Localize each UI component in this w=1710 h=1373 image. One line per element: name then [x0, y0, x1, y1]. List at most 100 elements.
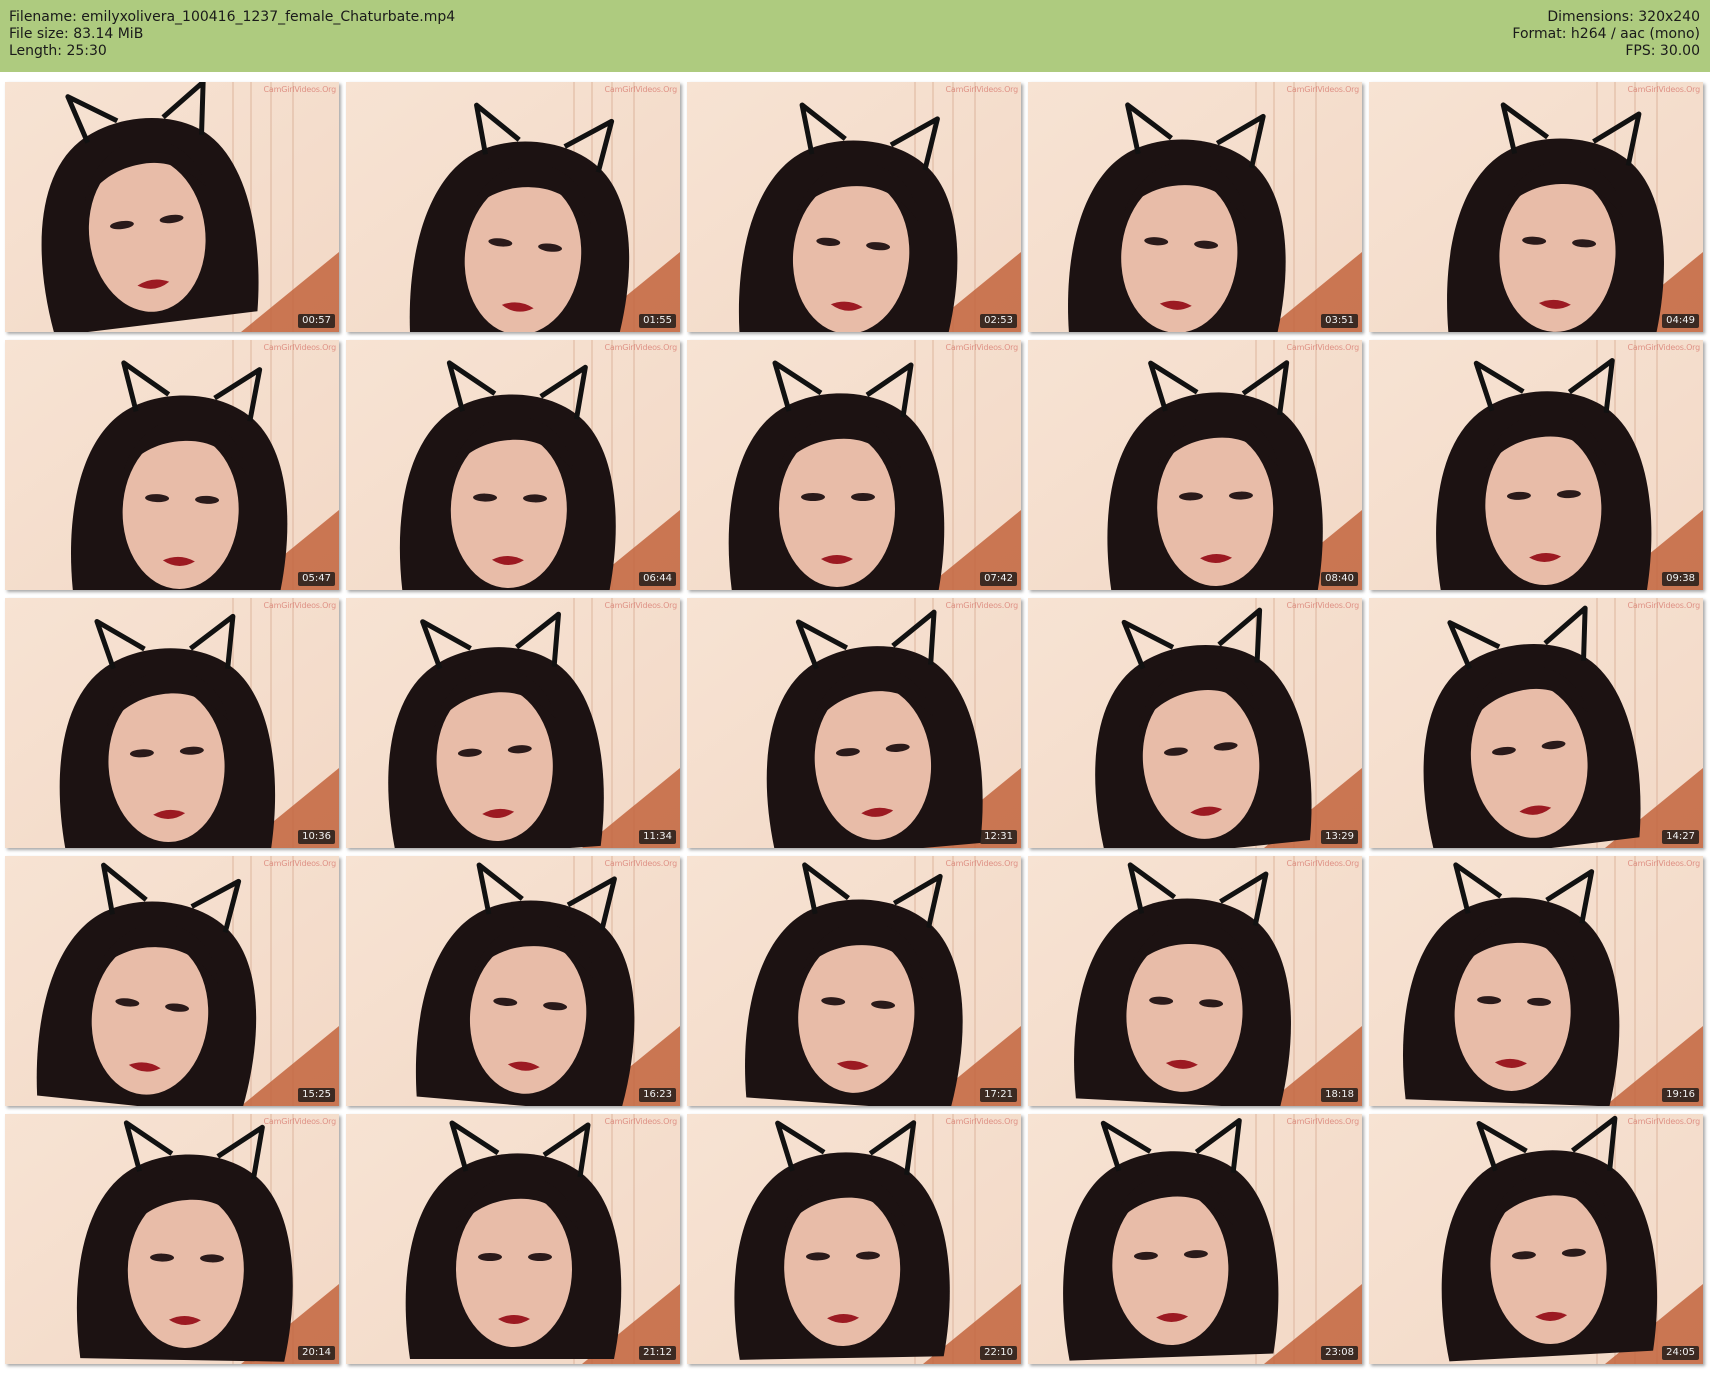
timestamp-badge: 02:53	[980, 314, 1017, 328]
webcam-frame-image	[1369, 598, 1703, 848]
watermark-text: CamGirlVideos.Org	[1627, 1117, 1701, 1126]
video-thumbnail: CamGirlVideos.Org 08:40	[1028, 340, 1362, 590]
webcam-frame-image	[1028, 1114, 1362, 1364]
watermark-text: CamGirlVideos.Org	[945, 859, 1019, 868]
fps-text: FPS: 30.00	[1625, 43, 1700, 59]
webcam-frame-image	[1369, 1114, 1703, 1364]
watermark-text: CamGirlVideos.Org	[1627, 343, 1701, 352]
webcam-frame-image	[5, 856, 339, 1106]
timestamp-badge: 11:34	[639, 830, 676, 844]
timestamp-badge: 07:42	[980, 572, 1017, 586]
video-thumbnail: CamGirlVideos.Org 18:18	[1028, 856, 1362, 1106]
timestamp-badge: 06:44	[639, 572, 676, 586]
video-thumbnail: CamGirlVideos.Org 11:34	[346, 598, 680, 848]
video-thumbnail: CamGirlVideos.Org 02:53	[687, 82, 1021, 332]
webcam-frame-image	[1369, 82, 1703, 332]
webcam-frame-image	[687, 340, 1021, 590]
video-thumbnail: CamGirlVideos.Org 06:44	[346, 340, 680, 590]
video-thumbnail: CamGirlVideos.Org 14:27	[1369, 598, 1703, 848]
watermark-text: CamGirlVideos.Org	[1286, 343, 1360, 352]
file-info-left: Filename: emilyxolivera_100416_1237_fema…	[9, 9, 455, 60]
video-thumbnail: CamGirlVideos.Org 22:10	[687, 1114, 1021, 1364]
video-thumbnail: CamGirlVideos.Org 00:57	[5, 82, 339, 332]
watermark-text: CamGirlVideos.Org	[263, 85, 337, 94]
timestamp-badge: 15:25	[298, 1088, 335, 1102]
video-thumbnail: CamGirlVideos.Org 01:55	[346, 82, 680, 332]
watermark-text: CamGirlVideos.Org	[263, 343, 337, 352]
watermark-text: CamGirlVideos.Org	[945, 1117, 1019, 1126]
watermark-text: CamGirlVideos.Org	[263, 859, 337, 868]
timestamp-badge: 13:29	[1321, 830, 1358, 844]
timestamp-badge: 16:23	[639, 1088, 676, 1102]
timestamp-badge: 14:27	[1662, 830, 1699, 844]
thumbnail-grid: CamGirlVideos.Org 00:57 CamGirlVideos.Or…	[5, 82, 1706, 1368]
filename-text: Filename: emilyxolivera_100416_1237_fema…	[9, 9, 456, 25]
video-thumbnail: CamGirlVideos.Org 17:21	[687, 856, 1021, 1106]
watermark-text: CamGirlVideos.Org	[1286, 85, 1360, 94]
timestamp-badge: 18:18	[1321, 1088, 1358, 1102]
webcam-frame-image	[346, 856, 680, 1106]
video-thumbnail: CamGirlVideos.Org 05:47	[5, 340, 339, 590]
video-thumbnail: CamGirlVideos.Org 03:51	[1028, 82, 1362, 332]
timestamp-badge: 03:51	[1321, 314, 1358, 328]
length-text: Length: 25:30	[9, 43, 107, 59]
video-thumbnail: CamGirlVideos.Org 13:29	[1028, 598, 1362, 848]
webcam-frame-image	[346, 598, 680, 848]
watermark-text: CamGirlVideos.Org	[1627, 85, 1701, 94]
timestamp-badge: 01:55	[639, 314, 676, 328]
webcam-frame-image	[687, 1114, 1021, 1364]
format-text: Format: h264 / aac (mono)	[1512, 26, 1700, 42]
timestamp-badge: 21:12	[639, 1346, 676, 1360]
timestamp-badge: 20:14	[298, 1346, 335, 1360]
watermark-text: CamGirlVideos.Org	[1286, 601, 1360, 610]
watermark-text: CamGirlVideos.Org	[945, 85, 1019, 94]
webcam-frame-image	[687, 598, 1021, 848]
file-info-right: Dimensions: 320x240 Format: h264 / aac (…	[1512, 9, 1700, 60]
video-thumbnail: CamGirlVideos.Org 24:05	[1369, 1114, 1703, 1364]
timestamp-badge: 05:47	[298, 572, 335, 586]
video-thumbnail: CamGirlVideos.Org 20:14	[5, 1114, 339, 1364]
webcam-frame-image	[1369, 340, 1703, 590]
watermark-text: CamGirlVideos.Org	[604, 859, 678, 868]
video-thumbnail: CamGirlVideos.Org 12:31	[687, 598, 1021, 848]
webcam-frame-image	[687, 856, 1021, 1106]
video-thumbnail: CamGirlVideos.Org 16:23	[346, 856, 680, 1106]
watermark-text: CamGirlVideos.Org	[604, 343, 678, 352]
watermark-text: CamGirlVideos.Org	[1286, 859, 1360, 868]
webcam-frame-image	[5, 340, 339, 590]
filesize-text: File size: 83.14 MiB	[9, 26, 144, 42]
video-thumbnail: CamGirlVideos.Org 21:12	[346, 1114, 680, 1364]
watermark-text: CamGirlVideos.Org	[263, 601, 337, 610]
timestamp-badge: 00:57	[298, 314, 335, 328]
webcam-frame-image	[1028, 340, 1362, 590]
video-thumbnail: CamGirlVideos.Org 19:16	[1369, 856, 1703, 1106]
watermark-text: CamGirlVideos.Org	[604, 1117, 678, 1126]
video-thumbnail: CamGirlVideos.Org 04:49	[1369, 82, 1703, 332]
video-thumbnail: CamGirlVideos.Org 23:08	[1028, 1114, 1362, 1364]
timestamp-badge: 22:10	[980, 1346, 1017, 1360]
timestamp-badge: 10:36	[298, 830, 335, 844]
timestamp-badge: 19:16	[1662, 1088, 1699, 1102]
watermark-text: CamGirlVideos.Org	[604, 85, 678, 94]
webcam-frame-image	[687, 82, 1021, 332]
webcam-frame-image	[346, 82, 680, 332]
watermark-text: CamGirlVideos.Org	[263, 1117, 337, 1126]
video-thumbnail: CamGirlVideos.Org 10:36	[5, 598, 339, 848]
timestamp-badge: 24:05	[1662, 1346, 1699, 1360]
webcam-frame-image	[1028, 598, 1362, 848]
webcam-frame-image	[1369, 856, 1703, 1106]
webcam-frame-image	[5, 1114, 339, 1364]
webcam-frame-image	[346, 340, 680, 590]
watermark-text: CamGirlVideos.Org	[1286, 1117, 1360, 1126]
watermark-text: CamGirlVideos.Org	[604, 601, 678, 610]
webcam-frame-image	[1028, 856, 1362, 1106]
video-thumbnail: CamGirlVideos.Org 09:38	[1369, 340, 1703, 590]
timestamp-badge: 04:49	[1662, 314, 1699, 328]
timestamp-badge: 17:21	[980, 1088, 1017, 1102]
timestamp-badge: 23:08	[1321, 1346, 1358, 1360]
timestamp-badge: 08:40	[1321, 572, 1358, 586]
timestamp-badge: 12:31	[980, 830, 1017, 844]
timestamp-badge: 09:38	[1662, 572, 1699, 586]
webcam-frame-image	[346, 1114, 680, 1364]
watermark-text: CamGirlVideos.Org	[1627, 859, 1701, 868]
